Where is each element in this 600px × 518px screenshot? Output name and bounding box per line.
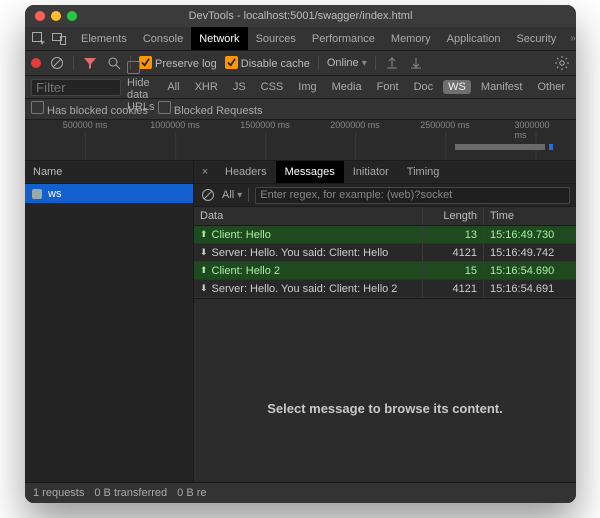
col-length[interactable]: Length (422, 207, 483, 225)
filter-type-manifest[interactable]: Manifest (476, 80, 528, 94)
message-length: 4121 (422, 244, 483, 261)
panel-tab-elements[interactable]: Elements (73, 27, 135, 50)
timeline-tick: 1500000 ms (240, 120, 290, 130)
upload-har-icon[interactable] (384, 55, 400, 71)
col-data[interactable]: Data (194, 207, 422, 225)
filter-type-img[interactable]: Img (293, 80, 321, 94)
message-row[interactable]: ⬆ Client: Hello 2 1515:16:54.690 (194, 262, 576, 280)
detail-tabs: × HeadersMessagesInitiatorTiming (194, 161, 576, 184)
message-row[interactable]: ⬆ Client: Hello 1315:16:49.730 (194, 226, 576, 244)
filter-bar: Hide data URLs AllXHRJSCSSImgMediaFontDo… (25, 76, 576, 99)
arrow-down-icon: ⬇ (200, 247, 208, 258)
filter-type-font[interactable]: Font (372, 80, 404, 94)
message-regex-input[interactable]: Enter regex, for example: (web)?socket (255, 187, 570, 204)
col-time[interactable]: Time (483, 207, 576, 225)
more-tabs-icon[interactable]: » (570, 33, 576, 44)
close-window-button[interactable] (35, 11, 45, 21)
device-toolbar-icon[interactable] (51, 31, 67, 47)
detail-tab-messages[interactable]: Messages (276, 161, 344, 183)
message-length: 13 (422, 226, 483, 243)
panel-tab-network[interactable]: Network (191, 27, 247, 50)
detail-tab-headers[interactable]: Headers (216, 161, 276, 183)
panel-tab-security[interactable]: Security (508, 27, 564, 50)
filter-type-media[interactable]: Media (327, 80, 367, 94)
request-row-ws[interactable]: ws (25, 184, 193, 203)
network-settings-icon[interactable] (554, 55, 570, 71)
network-toolbar: Preserve log Disable cache Online ▾ (25, 51, 576, 76)
message-type-filter[interactable]: All▾ (222, 189, 242, 201)
clear-messages-icon[interactable] (200, 187, 216, 203)
arrow-down-icon: ⬇ (200, 283, 208, 294)
filter-icon[interactable] (82, 55, 98, 71)
message-row[interactable]: ⬇ Server: Hello. You said: Client: Hello … (194, 280, 576, 298)
messages-toolbar: All▾ Enter regex, for example: (web)?soc… (194, 184, 576, 207)
blocked-requests-checkbox[interactable]: Blocked Requests (158, 101, 263, 117)
preserve-log-label: Preserve log (155, 58, 217, 70)
window-titlebar: DevTools - localhost:5001/swagger/index.… (25, 5, 576, 27)
message-time: 15:16:54.691 (483, 280, 576, 297)
request-list-header: Name (25, 161, 193, 184)
message-data: Server: Hello. You said: Client: Hello (212, 247, 389, 259)
window-title: DevTools - localhost:5001/swagger/index.… (25, 10, 576, 22)
message-data: Client: Hello (212, 229, 271, 241)
message-data: Server: Hello. You said: Client: Hello 2 (212, 283, 398, 295)
message-time: 15:16:49.730 (483, 226, 576, 243)
timeline-tick: 500000 ms (63, 120, 108, 130)
request-name: ws (48, 188, 61, 200)
filter-type-doc[interactable]: Doc (409, 80, 439, 94)
filter-type-css[interactable]: CSS (256, 80, 289, 94)
filter-type-other[interactable]: Other (532, 80, 570, 94)
timeline-overview[interactable]: 500000 ms 1000000 ms 1500000 ms 2000000 ms 2… (25, 120, 576, 161)
minimize-window-button[interactable] (51, 11, 61, 21)
disable-cache-label: Disable cache (241, 58, 310, 70)
panel-tab-console[interactable]: Console (135, 27, 191, 50)
throttling-select[interactable]: Online ▾ (327, 57, 367, 69)
clear-icon[interactable] (49, 55, 65, 71)
panel-tab-memory[interactable]: Memory (383, 27, 439, 50)
record-button[interactable] (31, 58, 41, 68)
devtools-tabs: ElementsConsoleNetworkSourcesPerformance… (25, 27, 576, 51)
blocked-cookies-checkbox[interactable]: Has blocked cookies (31, 101, 148, 117)
detail-tab-timing[interactable]: Timing (398, 161, 449, 183)
status-transferred: 0 B transferred (94, 487, 167, 499)
search-icon[interactable] (106, 55, 122, 71)
status-requests: 1 requests (33, 487, 84, 499)
inspect-element-icon[interactable] (31, 31, 47, 47)
timeline-tick: 2000000 ms (330, 120, 380, 130)
download-har-icon[interactable] (408, 55, 424, 71)
message-row[interactable]: ⬇ Server: Hello. You said: Client: Hello 4… (194, 244, 576, 262)
filter-type-xhr[interactable]: XHR (190, 80, 223, 94)
filter-type-js[interactable]: JS (228, 80, 251, 94)
message-time: 15:16:49.742 (483, 244, 576, 261)
panel-tab-sources[interactable]: Sources (248, 27, 304, 50)
message-data: Client: Hello 2 (212, 265, 280, 277)
status-resources: 0 B re (177, 487, 206, 499)
panel-tab-application[interactable]: Application (439, 27, 509, 50)
messages-header: Data Length Time (194, 207, 576, 226)
arrow-up-icon: ⬆ (200, 265, 208, 276)
filter-type-all[interactable]: All (162, 80, 184, 94)
close-detail-icon[interactable]: × (194, 161, 216, 183)
arrow-up-icon: ⬆ (200, 229, 208, 240)
timeline-tick: 3000000 ms (515, 120, 556, 140)
timeline-tick: 2500000 ms (420, 120, 470, 130)
websocket-icon (31, 188, 43, 200)
zoom-window-button[interactable] (67, 11, 77, 21)
message-time: 15:16:54.690 (483, 262, 576, 279)
filter-input[interactable] (31, 79, 121, 96)
filter-type-ws[interactable]: WS (443, 80, 471, 94)
timeline-tick: 1000000 ms (150, 120, 200, 130)
status-bar: 1 requests 0 B transferred 0 B re (25, 482, 576, 503)
detail-tab-initiator[interactable]: Initiator (344, 161, 398, 183)
message-length: 4121 (422, 280, 483, 297)
message-length: 15 (422, 262, 483, 279)
panel-tab-performance[interactable]: Performance (304, 27, 383, 50)
disable-cache-checkbox[interactable]: Disable cache (225, 56, 310, 70)
message-content-placeholder: Select message to browse its content. (194, 298, 576, 503)
